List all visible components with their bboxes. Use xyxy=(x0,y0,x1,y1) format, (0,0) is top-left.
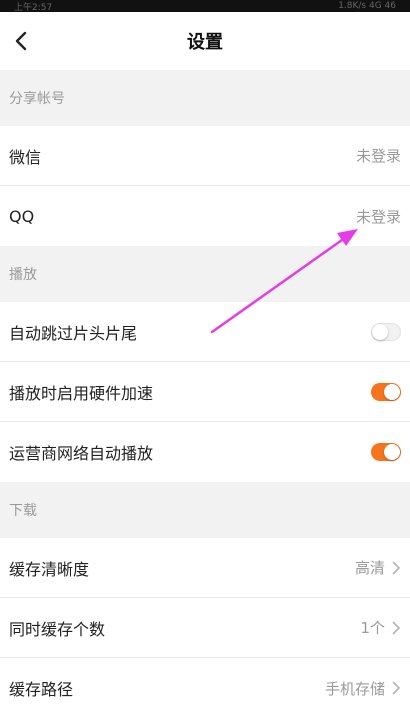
toggle-carrier-autoplay[interactable] xyxy=(371,443,401,461)
row-value-wrap: 1个 xyxy=(360,617,401,638)
section-header-share: 分享帐号 xyxy=(0,70,410,126)
row-label: 自动跳过片头片尾 xyxy=(9,323,138,343)
toggle-knob xyxy=(372,323,388,340)
page-title: 设置 xyxy=(187,32,223,53)
row-label: 微信 xyxy=(9,147,42,167)
row-value: 1个 xyxy=(360,619,385,637)
section-title: 分享帐号 xyxy=(9,91,65,107)
row-cache-path[interactable]: 缓存路径 手机存储 xyxy=(0,658,410,710)
status-indicators: 1.8K/s 4G 46 xyxy=(338,1,396,11)
row-label: 运营商网络自动播放 xyxy=(9,444,154,463)
chevron-right-icon xyxy=(392,681,401,695)
section-header-playback: 播放 xyxy=(0,246,410,302)
row-value: 未登录 xyxy=(355,207,401,226)
row-skip-intro: 自动跳过片头片尾 xyxy=(0,302,410,362)
row-value: 未登录 xyxy=(355,147,401,165)
row-label: 缓存清晰度 xyxy=(9,559,90,579)
row-value: 高清 xyxy=(354,559,385,577)
section-header-download: 下载 xyxy=(0,482,410,538)
toggle-skip-intro[interactable] xyxy=(371,322,401,341)
chevron-right-icon xyxy=(392,620,401,635)
row-carrier-autoplay: 运营商网络自动播放 xyxy=(0,422,410,482)
row-value: 手机存储 xyxy=(324,679,385,698)
row-concurrent-cache[interactable]: 同时缓存个数 1个 xyxy=(0,598,410,658)
section-title: 下载 xyxy=(9,503,37,519)
row-cache-quality[interactable]: 缓存清晰度 高清 xyxy=(0,538,410,598)
nav-bar: 设置 xyxy=(0,12,410,70)
row-label: 缓存路径 xyxy=(9,680,74,699)
row-value-wrap: 高清 xyxy=(355,557,401,578)
status-time: 上午2:57 xyxy=(14,2,53,13)
back-button[interactable] xyxy=(6,26,36,56)
row-hardware-accel: 播放时启用硬件加速 xyxy=(0,362,410,422)
toggle-knob xyxy=(384,444,400,460)
row-label: 播放时启用硬件加速 xyxy=(9,383,154,403)
row-wechat[interactable]: 微信 未登录 xyxy=(0,126,410,186)
row-qq[interactable]: QQ 未登录 xyxy=(0,186,410,246)
row-label: QQ xyxy=(9,206,35,226)
row-value-wrap: 手机存储 xyxy=(325,678,401,699)
row-label: 同时缓存个数 xyxy=(9,619,106,639)
toggle-hardware-accel[interactable] xyxy=(371,382,401,401)
toggle-knob xyxy=(384,383,400,400)
section-title: 播放 xyxy=(9,267,37,283)
chevron-right-icon xyxy=(392,560,401,575)
chevron-left-icon xyxy=(15,31,27,51)
status-bar: 上午2:57 1.8K/s 4G 46 xyxy=(0,0,410,12)
